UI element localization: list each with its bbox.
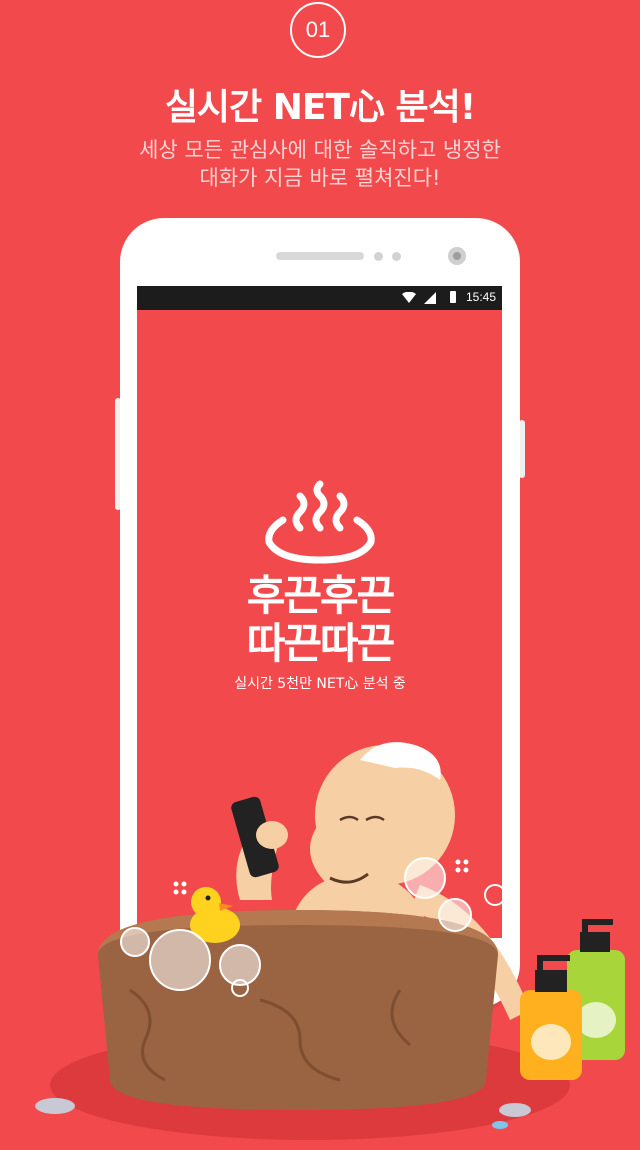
floor-stone <box>492 1121 508 1129</box>
bath-illustration <box>35 742 625 1140</box>
floor-stone <box>35 1098 75 1114</box>
floor-stone <box>499 1103 531 1117</box>
